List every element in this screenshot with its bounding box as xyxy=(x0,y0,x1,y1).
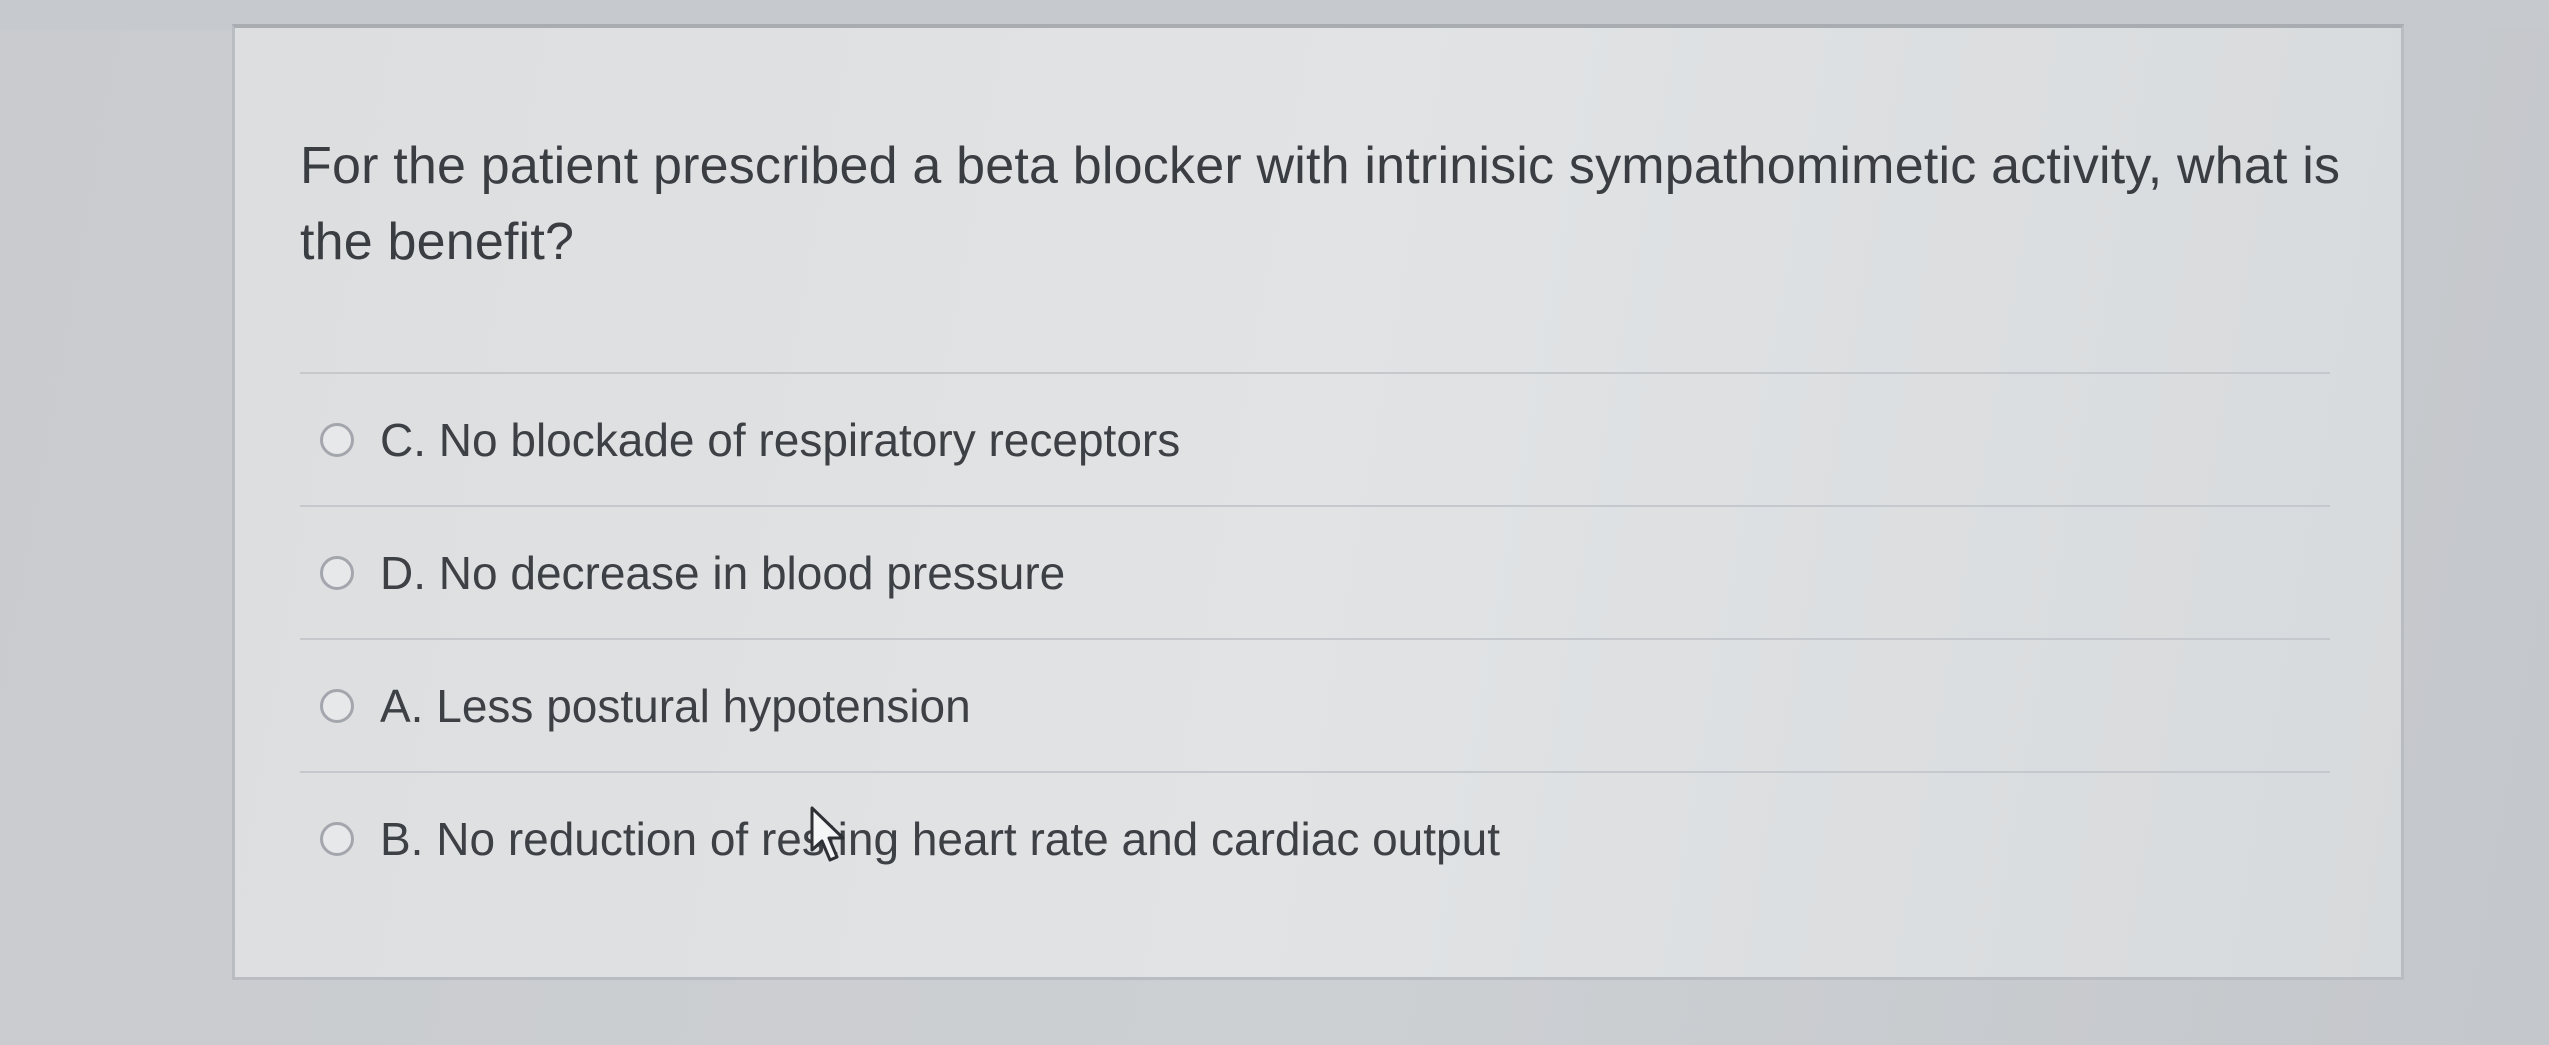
radio-unselected-icon[interactable] xyxy=(320,821,354,856)
radio-unselected-icon[interactable] xyxy=(320,555,354,590)
answer-option-label: D. No decrease in blood pressure xyxy=(380,546,1066,599)
answer-option-label: B. No reduction of resting heart rate an… xyxy=(380,812,1500,865)
answer-option-a[interactable]: A. Less postural hypotension xyxy=(300,638,2330,771)
answer-option-d[interactable]: D. No decrease in blood pressure xyxy=(300,505,2330,638)
radio-unselected-icon[interactable] xyxy=(320,688,354,723)
radio-unselected-icon[interactable] xyxy=(320,422,354,457)
question-text: For the patient prescribed a beta blocke… xyxy=(300,137,2341,271)
answer-option-label: C. No blockade of respiratory receptors xyxy=(380,413,1181,466)
answer-option-b[interactable]: B. No reduction of resting heart rate an… xyxy=(300,771,2330,904)
mouse-pointer-icon xyxy=(810,806,845,862)
answer-options-list: C. No blockade of respiratory receptors … xyxy=(300,372,2330,904)
answer-option-label: A. Less postural hypotension xyxy=(380,679,971,732)
answer-option-c[interactable]: C. No blockade of respiratory receptors xyxy=(300,372,2330,505)
